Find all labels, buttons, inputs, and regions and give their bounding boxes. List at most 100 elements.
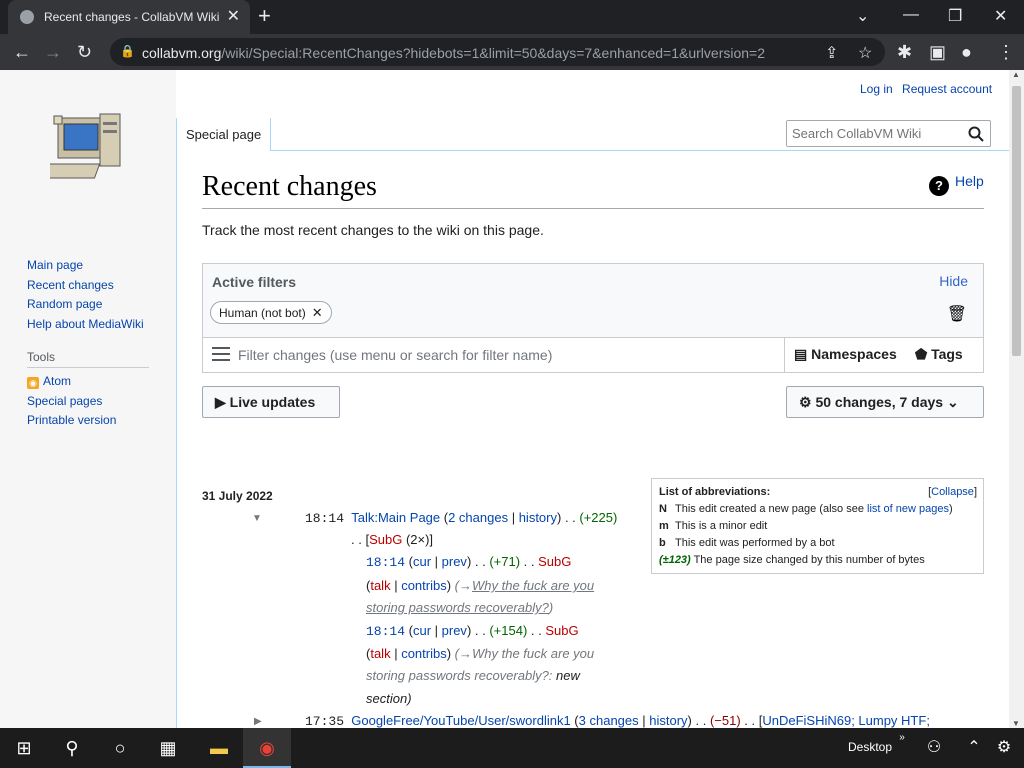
change-group-row: 17:35 GoogleFree/YouTube/User/swordlink1… [305, 713, 930, 728]
timestamp-link[interactable]: 18:14 [366, 555, 405, 570]
search-input[interactable] [787, 121, 962, 146]
task-view-icon[interactable]: ▦ [144, 728, 192, 768]
share-icon[interactable]: ⇪ [825, 43, 838, 63]
help-link[interactable]: ? Help [929, 173, 984, 196]
settings-icon[interactable]: ⚙ [986, 728, 1022, 768]
nav-recent-changes[interactable]: Recent changes [27, 276, 144, 296]
nav-main-page[interactable]: Main page [27, 256, 144, 276]
expand-arrow-icon[interactable]: ▶ [254, 716, 262, 727]
desktop-toolbar-label[interactable]: Desktop [848, 740, 892, 754]
forward-icon[interactable]: → [44, 41, 62, 63]
page-link[interactable]: Talk:Main Page [351, 510, 440, 525]
cur-link[interactable]: cur [413, 554, 431, 569]
abbr-bot: b This edit was performed by a bot [659, 537, 835, 549]
filter-chip[interactable]: Human (not bot) ✕ [210, 301, 332, 324]
tab-special-page[interactable]: Special page [176, 118, 272, 151]
tools-special-pages[interactable]: Special pages [27, 392, 116, 412]
browser-tab[interactable]: Recent changes - CollabVM Wiki ✕ [8, 0, 250, 34]
new-tab-button[interactable]: + [258, 4, 271, 28]
live-updates-button[interactable]: ▶ Live updates [202, 386, 340, 418]
scroll-up-icon[interactable]: ▲ [1012, 70, 1020, 79]
abbr-size: (±123) The page size changed by this num… [659, 554, 925, 566]
trash-icon[interactable]: 🗑 [947, 304, 967, 324]
history-link[interactable]: history [649, 713, 687, 728]
lock-icon[interactable]: 🔒 [120, 44, 135, 58]
new-pages-link[interactable]: list of new pages [867, 503, 949, 515]
date-heading: 31 July 2022 [202, 489, 273, 503]
search-icon[interactable] [968, 126, 984, 142]
address-bar[interactable]: 🔒 collabvm.org/wiki/Special:RecentChange… [110, 38, 885, 66]
page-scrollbar[interactable]: ▲ ▼ [1009, 70, 1024, 728]
namespaces-icon: ▤ [794, 346, 812, 362]
filter-search-input[interactable]: Filter changes (use menu or search for f… [238, 347, 552, 363]
close-window-icon[interactable]: ✕ [994, 6, 1007, 26]
main-content: Recent changes ? Help Track the most rece… [176, 151, 1009, 728]
chevron-icon[interactable]: » [892, 728, 912, 768]
menu-icon[interactable]: ⋮ [997, 41, 1015, 63]
remove-filter-icon[interactable]: ✕ [312, 305, 323, 320]
nav-help[interactable]: Help about MediaWiki [27, 315, 144, 335]
changes-link[interactable]: 3 changes [579, 713, 639, 728]
prev-link[interactable]: prev [442, 554, 467, 569]
talk-link[interactable]: talk [370, 578, 390, 593]
collapse-arrow-icon[interactable]: ▼ [252, 513, 262, 524]
cortana-icon[interactable]: ○ [96, 728, 144, 768]
hide-filters-link[interactable]: Hide [939, 273, 968, 289]
people-icon[interactable]: ⚇ [914, 728, 954, 768]
users-link[interactable]: UnDeFiSHiN69; Lumpy HTF; [762, 713, 930, 728]
tags-button[interactable]: ⬟ Tags [915, 346, 963, 363]
tab-search-icon[interactable]: ⌄ [856, 6, 869, 26]
nav-random-page[interactable]: Random page [27, 295, 144, 315]
browser-toolbar: ← → ↻ 🔒 collabvm.org/wiki/Special:Recent… [0, 34, 1024, 70]
user-link[interactable]: SubG [369, 532, 402, 547]
cur-link[interactable]: cur [413, 623, 431, 638]
namespaces-button[interactable]: ▤ Namespaces [794, 346, 897, 363]
windows-start-icon[interactable]: ⊞ [0, 728, 48, 768]
tools-atom[interactable]: ◉ Atom [27, 372, 116, 392]
rss-icon: ◉ [27, 377, 39, 389]
timestamp-link[interactable]: 18:14 [366, 624, 405, 639]
hamburger-icon[interactable] [212, 347, 230, 361]
scroll-down-icon[interactable]: ▼ [1012, 719, 1020, 728]
tools-menu: ◉ Atom Special pages Printable version [27, 372, 116, 431]
scroll-thumb[interactable] [1012, 86, 1021, 356]
tab-close-button[interactable]: ✕ [227, 6, 240, 26]
tools-heading: Tools [27, 350, 56, 364]
changes-limit-button[interactable]: ⚙ 50 changes, 7 days ⌄ [786, 386, 984, 418]
bookmark-star-icon[interactable]: ☆ [858, 43, 872, 63]
changes-link[interactable]: 2 changes [448, 510, 508, 525]
user-link[interactable]: SubG [538, 554, 571, 569]
file-explorer-icon[interactable]: ▬ [195, 728, 243, 768]
side-panel-icon[interactable]: ▣ [929, 41, 946, 63]
change-group-row: 18:14 Talk:Main Page (2 changes | histor… [305, 510, 618, 526]
back-icon[interactable]: ← [13, 41, 31, 63]
tag-icon: ⬟ [915, 346, 932, 362]
search-box[interactable] [786, 120, 991, 147]
wiki-logo[interactable] [50, 108, 130, 193]
content-tabs: Special page [176, 118, 1009, 151]
restore-icon[interactable]: ❐ [948, 6, 962, 26]
user-link[interactable]: SubG [545, 623, 578, 638]
tools-divider [27, 367, 149, 368]
talk-link[interactable]: talk [370, 646, 390, 661]
extensions-icon[interactable]: ✱ [897, 41, 912, 63]
chrome-icon[interactable]: ◉ [243, 728, 291, 768]
request-account-link[interactable]: Request account [902, 82, 992, 96]
contribs-link[interactable]: contribs [401, 646, 447, 661]
profile-icon[interactable]: ● [961, 41, 972, 63]
tools-printable-version[interactable]: Printable version [27, 411, 116, 431]
prev-link[interactable]: prev [442, 623, 467, 638]
url-text[interactable]: collabvm.org/wiki/Special:RecentChanges?… [142, 45, 765, 61]
section-link[interactable]: → [459, 578, 472, 593]
minimize-icon[interactable]: — [903, 6, 919, 24]
reload-icon[interactable]: ↻ [77, 41, 92, 63]
history-link[interactable]: history [519, 510, 557, 525]
contribs-link[interactable]: contribs [401, 578, 447, 593]
windows-taskbar: ⊞ ⚲ ○ ▦ ▬ ◉ Desktop » ⚇ ⌃ ⚙ [0, 728, 1024, 768]
page-link[interactable]: GoogleFree/YouTube/User/swordlink1 [351, 713, 570, 728]
login-link[interactable]: Log in [860, 82, 893, 96]
collapse-toggle[interactable]: [Collapse] [928, 484, 977, 501]
chevron-down-icon: ⌄ [943, 394, 959, 410]
search-icon[interactable]: ⚲ [48, 728, 96, 768]
change-row: 18:14 (cur | prev) . . (+154) . . SubG [366, 623, 579, 639]
